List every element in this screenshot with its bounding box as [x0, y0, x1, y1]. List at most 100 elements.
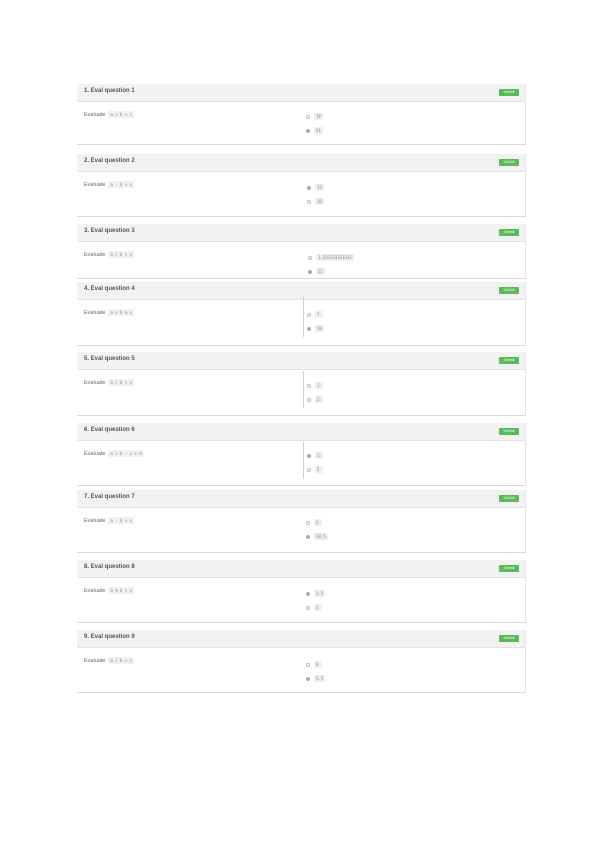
option-text: 3.5: [314, 590, 326, 598]
radio-button[interactable]: [307, 383, 311, 388]
column-divider: [303, 442, 304, 479]
answer-option[interactable]: S1: [306, 122, 323, 135]
answer-option[interactable]: 1: [307, 447, 323, 460]
radio-button[interactable]: [306, 114, 310, 119]
status-badge: Submit: [499, 565, 519, 572]
option-text: 6: [314, 661, 322, 669]
answer-option[interactable]: 10.5: [306, 528, 328, 541]
question-title: 4. Eval question 4: [84, 286, 135, 292]
evaluate-label: Evaluate: [84, 181, 106, 188]
radio-button[interactable]: [307, 326, 311, 331]
radio-button[interactable]: [307, 397, 311, 402]
expression-code: a % b > c: [108, 587, 135, 595]
eval-row: Evaluate a < b + c: [84, 106, 135, 124]
question-title: 1. Eval question 1: [84, 88, 135, 94]
eval-row: Evaluate a + b - c + d: [84, 445, 144, 463]
answer-option[interactable]: 1: [307, 377, 323, 390]
evaluate-label: Evaluate: [84, 587, 106, 594]
radio-button[interactable]: [306, 591, 310, 596]
question-card: 3. Eval question 3 Submit Evaluate a / b …: [77, 224, 526, 279]
expression-code: a < b % c: [108, 309, 135, 317]
option-text: 16: [315, 198, 324, 206]
answer-option[interactable]: 5.5: [306, 670, 326, 683]
option-text: 2: [315, 396, 323, 404]
radio-button[interactable]: [307, 467, 311, 472]
question-header: 3. Eval question 3 Submit: [77, 224, 525, 242]
answer-option[interactable]: 5: [307, 461, 323, 474]
eval-row: Evaluate a - b + c: [84, 176, 135, 194]
answer-option[interactable]: 2: [306, 514, 322, 527]
radio-button[interactable]: [307, 199, 311, 204]
question-title: 5. Eval question 5: [84, 356, 135, 362]
answer-option[interactable]: 7: [307, 306, 323, 319]
column-divider: [303, 371, 304, 408]
evaluate-label: Evaluate: [84, 379, 106, 386]
question-card: 1. Eval question 1 Submit Evaluate a < b …: [77, 84, 526, 145]
expression-code: a / b < c: [108, 379, 135, 387]
answer-option[interactable]: 15: [307, 179, 324, 192]
radio-button[interactable]: [306, 520, 310, 525]
question-header: 7. Eval question 7 Submit: [77, 490, 525, 508]
option-text: 5.5: [314, 675, 326, 683]
status-badge: Submit: [499, 159, 519, 166]
question-card: 6. Eval question 6 Submit Evaluate a + b …: [77, 423, 526, 486]
radio-button[interactable]: [307, 312, 311, 317]
question-header: 1. Eval question 1 Submit: [77, 84, 525, 102]
question-card: 8. Eval question 8 Submit Evaluate a % b …: [77, 560, 526, 623]
radio-button[interactable]: [306, 605, 310, 610]
question-header: 6. Eval question 6 Submit: [77, 423, 525, 441]
answer-option[interactable]: 6: [306, 656, 322, 669]
question-header: 5. Eval question 5 Submit: [77, 352, 525, 370]
expression-code: a < b + c: [108, 111, 135, 119]
option-text: 1.333333333333: [316, 254, 354, 262]
eval-row: Evaluate a / b < c: [84, 374, 135, 392]
eval-row: Evaluate a / b + c: [84, 652, 135, 670]
status-badge: Submit: [499, 495, 519, 502]
question-title: 8. Eval question 8: [84, 564, 135, 570]
question-title: 3. Eval question 3: [84, 228, 135, 234]
evaluate-label: Evaluate: [84, 111, 106, 118]
radio-button[interactable]: [307, 185, 311, 190]
question-card: 9. Eval question 9 Submit Evaluate a / b …: [77, 630, 526, 693]
radio-button[interactable]: [306, 662, 310, 667]
answer-option[interactable]: 2: [307, 391, 323, 404]
answer-option[interactable]: 3.5: [306, 585, 326, 598]
status-badge: Submit: [499, 357, 519, 364]
status-badge: Submit: [499, 635, 519, 642]
expression-code: a / b > c: [108, 251, 135, 259]
eval-row: Evaluate a < b % c: [84, 304, 135, 322]
question-header: 9. Eval question 9 Submit: [77, 630, 525, 648]
option-text: 10.5: [314, 533, 328, 541]
answer-option[interactable]: 1.333333333333: [308, 249, 354, 262]
radio-button[interactable]: [306, 128, 310, 133]
question-title: 9. Eval question 9: [84, 634, 135, 640]
radio-button[interactable]: [307, 453, 311, 458]
answer-option[interactable]: 3: [306, 599, 322, 612]
answer-option[interactable]: T#: [306, 108, 323, 121]
answer-option[interactable]: 11: [308, 263, 325, 276]
radio-button[interactable]: [308, 255, 312, 260]
radio-button[interactable]: [306, 676, 310, 681]
status-badge: Submit: [499, 287, 519, 294]
option-text: 5: [315, 466, 323, 474]
radio-button[interactable]: [306, 534, 310, 539]
page: { "status_color": "#5cb85c", "questions"…: [0, 0, 600, 848]
radio-button[interactable]: [308, 269, 312, 274]
question-card: 7. Eval question 7 Submit Evaluate a - b …: [77, 490, 526, 553]
column-divider: [303, 297, 304, 337]
eval-row: Evaluate a / b > c: [84, 246, 135, 264]
option-text: 1: [315, 452, 323, 460]
option-text: T#: [314, 113, 323, 121]
option-text: 2: [314, 519, 322, 527]
answer-option[interactable]: 16: [307, 193, 324, 206]
question-title: 2. Eval question 2: [84, 158, 135, 164]
question-card: 4. Eval question 4 Submit Evaluate a < b …: [77, 282, 526, 346]
question-header: 4. Eval question 4 Submit: [77, 282, 525, 300]
expression-code: a / b + c: [108, 657, 135, 665]
question-card: 2. Eval question 2 Submit Evaluate a - b …: [77, 154, 526, 217]
answer-option[interactable]: 10: [307, 320, 324, 333]
question-header: 8. Eval question 8 Submit: [77, 560, 525, 578]
evaluate-label: Evaluate: [84, 251, 106, 258]
expression-code: a + b - c + d: [108, 450, 144, 458]
option-text: 11: [316, 268, 325, 276]
